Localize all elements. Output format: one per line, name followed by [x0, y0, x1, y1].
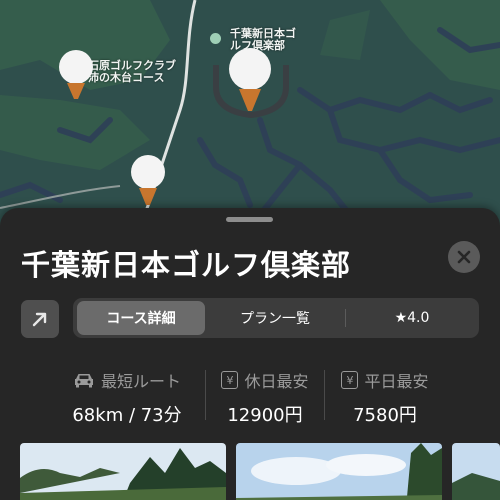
golf-pin-south[interactable] [129, 155, 167, 207]
map-label-club-west[interactable]: 石原ゴルフクラブ 沛の木台コース [88, 60, 176, 84]
tab-rating[interactable]: ★4.0 [349, 301, 475, 335]
tab-segmented-control: コース詳細 プラン一覧 ★4.0 [73, 298, 479, 338]
stat-route-value: 68km / 73分 [72, 405, 182, 426]
close-icon [457, 250, 471, 264]
course-photo[interactable] [20, 443, 226, 500]
close-button[interactable] [448, 241, 480, 273]
car-icon [74, 374, 93, 388]
stat-route: 最短ルート 68km / 73分 [57, 368, 197, 427]
course-photo-image [452, 443, 500, 500]
golf-course-icon [210, 33, 221, 44]
arrow-up-right-icon [32, 312, 47, 327]
course-photo-image [20, 443, 226, 500]
tab-plan-list[interactable]: プラン一覧 [209, 301, 341, 335]
directions-button[interactable] [21, 300, 59, 338]
map-view[interactable]: 千葉新日本ゴ ルフ倶楽部 石原ゴルフクラブ 沛の木台コース [0, 0, 500, 230]
stat-holiday-value: 12900円 [227, 405, 303, 426]
stat-weekday-value: 7580円 [353, 405, 417, 426]
yen-icon: ¥ [221, 371, 239, 389]
sheet-drag-handle[interactable] [226, 217, 273, 222]
course-detail-sheet: 千葉新日本ゴルフ倶楽部 コース詳細 プラン一覧 ★4.0 最短ルート 68km … [0, 208, 500, 500]
yen-icon: ¥ [341, 371, 359, 389]
course-photo[interactable] [236, 443, 442, 500]
course-photo-image [236, 443, 442, 500]
tab-divider [345, 309, 346, 327]
stat-holiday-price: ¥ 休日最安 12900円 [195, 368, 335, 427]
stat-weekday-price: ¥ 平日最安 7580円 [315, 368, 455, 427]
stat-route-label: 最短ルート [100, 372, 181, 391]
stat-weekday-label: 平日最安 [364, 372, 429, 391]
course-title: 千葉新日本ゴルフ倶楽部 [21, 248, 352, 282]
golf-pin-selected[interactable] [210, 45, 292, 125]
tab-course-detail[interactable]: コース詳細 [77, 301, 205, 335]
stat-holiday-label: 休日最安 [244, 372, 309, 391]
golf-pin-west[interactable] [57, 48, 95, 100]
course-photo[interactable] [452, 443, 500, 500]
